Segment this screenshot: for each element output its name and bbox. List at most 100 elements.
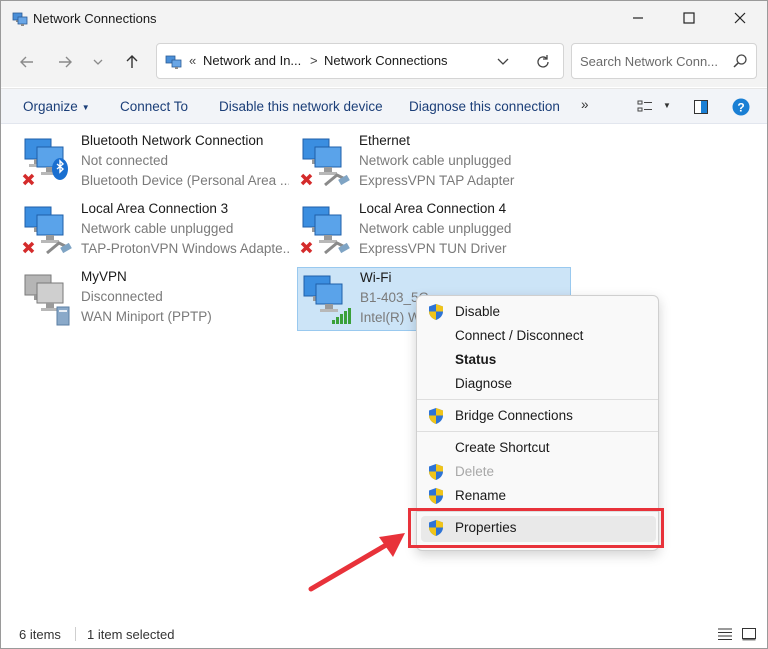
refresh-icon[interactable] [535, 54, 551, 70]
connection-device: TAP-ProtonVPN Windows Adapte... [81, 241, 289, 256]
organize-button[interactable]: Organize ▼ [23, 99, 90, 114]
maximize-icon [683, 12, 695, 24]
arrow-up-icon [126, 55, 138, 68]
diagnose-connection-button[interactable]: Diagnose this connection [409, 99, 560, 114]
status-bar: 6 items 1 item selected [1, 621, 767, 648]
connection-name: Local Area Connection 4 [359, 201, 507, 216]
connection-name: Bluetooth Network Connection [81, 133, 264, 148]
menu-item-disable[interactable]: Disable [421, 300, 656, 324]
selection-count: 1 item selected [87, 627, 175, 642]
ethernet-network-icon [300, 206, 350, 255]
title-bar: Network Connections [1, 1, 767, 37]
menu-item-create-shortcut[interactable]: Create Shortcut [421, 436, 656, 460]
ethernet-network-icon [300, 138, 350, 187]
organize-label: Organize [23, 99, 78, 114]
network-location-icon [165, 55, 182, 69]
search-icon[interactable] [732, 53, 748, 69]
connection-name: Ethernet [359, 133, 411, 148]
menu-item-delete: Delete [421, 460, 656, 484]
menu-item-label: Rename [455, 488, 507, 503]
forward-button[interactable] [54, 51, 76, 73]
properties-highlight-box [408, 508, 664, 548]
help-icon[interactable]: ? [732, 98, 750, 116]
menu-item-rename[interactable]: Rename [421, 484, 656, 508]
connection-name: Local Area Connection 3 [81, 201, 229, 216]
overflow-crumb[interactable]: « [189, 53, 196, 68]
connection-status: Not connected [81, 153, 169, 168]
menu-item-connect-disconnect[interactable]: Connect / Disconnect [421, 324, 656, 348]
connection-status: Network cable unplugged [359, 221, 512, 236]
menu-item-label: Diagnose [455, 376, 513, 391]
caret-down-icon: ▼ [81, 102, 90, 112]
connection-name: Wi-Fi [360, 270, 392, 285]
window-title: Network Connections [33, 11, 157, 26]
back-button[interactable] [16, 51, 38, 73]
menu-item-label: Status [455, 352, 497, 367]
wifi-network-icon [303, 275, 351, 324]
address-bar[interactable]: « Network and In... > Network Connection… [156, 43, 564, 79]
menu-item-diagnose[interactable]: Diagnose [421, 372, 656, 396]
ethernet-network-icon [22, 206, 72, 255]
breadcrumb-network-and-internet[interactable]: Network and In... [203, 53, 301, 68]
arrow-right-icon [59, 56, 72, 68]
connection-device: WAN Miniport (PPTP) [81, 309, 212, 324]
search-box[interactable] [571, 43, 757, 79]
menu-item-label: Connect / Disconnect [455, 328, 584, 343]
navigation-bar: « Network and In... > Network Connection… [1, 37, 767, 87]
connection-status: Network cable unplugged [81, 221, 234, 236]
preview-pane-icon[interactable] [693, 99, 709, 115]
annotation-arrow-icon [308, 533, 405, 592]
minimize-icon [633, 17, 643, 19]
menu-item-label: Disable [455, 304, 501, 319]
connection-status: Network cable unplugged [359, 153, 512, 168]
command-bar: Organize ▼ Connect To Disable this networ… [1, 88, 767, 124]
close-button[interactable] [717, 1, 763, 35]
menu-item-status[interactable]: Status [421, 348, 656, 372]
close-icon [734, 12, 746, 24]
vpn-network-icon [24, 274, 70, 326]
minimize-button[interactable] [615, 1, 661, 35]
item-count: 6 items [19, 627, 61, 642]
connection-local-area-3[interactable]: Local Area Connection 3 Network cable un… [21, 199, 291, 263]
more-commands-button[interactable]: » [581, 97, 589, 112]
menu-item-label: Bridge Connections [455, 408, 573, 423]
change-view-icon[interactable] [637, 99, 653, 115]
maximize-button[interactable] [666, 1, 712, 35]
breadcrumb-network-connections[interactable]: Network Connections [324, 53, 448, 68]
connection-device: Bluetooth Device (Personal Area ... [81, 173, 289, 188]
uac-shield-icon [429, 464, 443, 480]
menu-separator [417, 431, 658, 432]
svg-text:?: ? [737, 101, 744, 115]
recent-locations-button[interactable] [87, 51, 109, 73]
connection-local-area-4[interactable]: Local Area Connection 4 Network cable un… [299, 199, 569, 263]
bluetooth-network-icon [22, 138, 68, 186]
connection-ethernet[interactable]: Ethernet Network cable unplugged Express… [299, 131, 569, 195]
up-button[interactable] [121, 51, 143, 73]
arrow-left-icon [20, 56, 33, 68]
breadcrumb-separator[interactable]: > [310, 53, 318, 68]
menu-item-bridge-connections[interactable]: Bridge Connections [421, 404, 656, 428]
tiles-view-icon[interactable] [741, 627, 757, 641]
disable-device-button[interactable]: Disable this network device [219, 99, 383, 114]
connection-bluetooth[interactable]: Bluetooth Network Connection Not connect… [21, 131, 291, 195]
connection-name: MyVPN [81, 269, 127, 284]
uac-shield-icon [429, 408, 443, 424]
search-input[interactable] [580, 52, 730, 70]
menu-separator [417, 399, 658, 400]
connection-device: ExpressVPN TUN Driver [359, 241, 507, 256]
connection-status: Disconnected [81, 289, 163, 304]
explorer-window: Network Connections « Network and In... … [0, 0, 768, 649]
menu-item-label: Delete [455, 464, 495, 479]
status-divider [75, 627, 76, 641]
menu-item-label: Create Shortcut [455, 440, 550, 455]
connection-myvpn[interactable]: MyVPN Disconnected WAN Miniport (PPTP) [21, 267, 291, 331]
address-history-dropdown-icon[interactable] [497, 56, 509, 68]
uac-shield-icon [429, 304, 443, 320]
connect-to-button[interactable]: Connect To [120, 99, 188, 114]
connection-device: ExpressVPN TAP Adapter [359, 173, 515, 188]
uac-shield-icon [429, 488, 443, 504]
details-view-icon[interactable] [717, 627, 733, 641]
view-options-caret-icon[interactable]: ▼ [663, 101, 671, 110]
network-connections-icon [12, 12, 28, 26]
chevron-down-icon [93, 59, 103, 65]
